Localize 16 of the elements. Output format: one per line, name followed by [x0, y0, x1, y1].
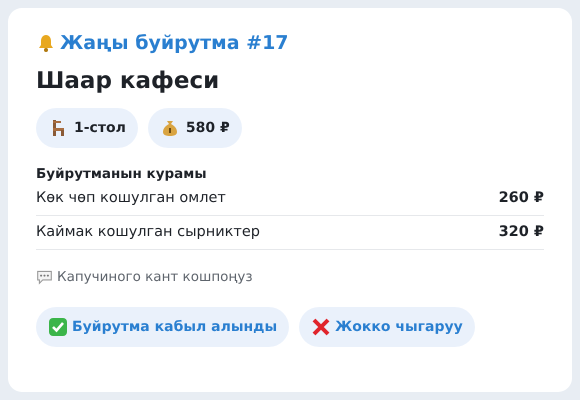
check-icon [48, 317, 68, 337]
item-name: Каймак кошулган сырниктер [36, 224, 260, 240]
bell-icon [36, 33, 56, 53]
cross-icon [311, 317, 332, 337]
item-price: 320 ₽ [498, 224, 544, 240]
info-chip: 1-стол [36, 108, 138, 148]
speech-bubble-icon [36, 268, 53, 285]
venue-name: Шаар кафеси [36, 68, 220, 94]
item-price: 260 ₽ [498, 190, 544, 206]
action-button[interactable]: Жокко чыгаруу [299, 307, 475, 347]
section-heading: Буйрутманын курамы [36, 166, 208, 182]
order-note: Капучиного кант кошпоңуз [57, 268, 252, 284]
info-chip: 580 ₽ [148, 108, 242, 148]
action-button[interactable]: Буйрутма кабыл алынды [36, 307, 290, 347]
order-title: Жаңы буйрутма #17 [60, 32, 289, 54]
item-name: Көк чөп кошулган омлет [36, 190, 226, 206]
